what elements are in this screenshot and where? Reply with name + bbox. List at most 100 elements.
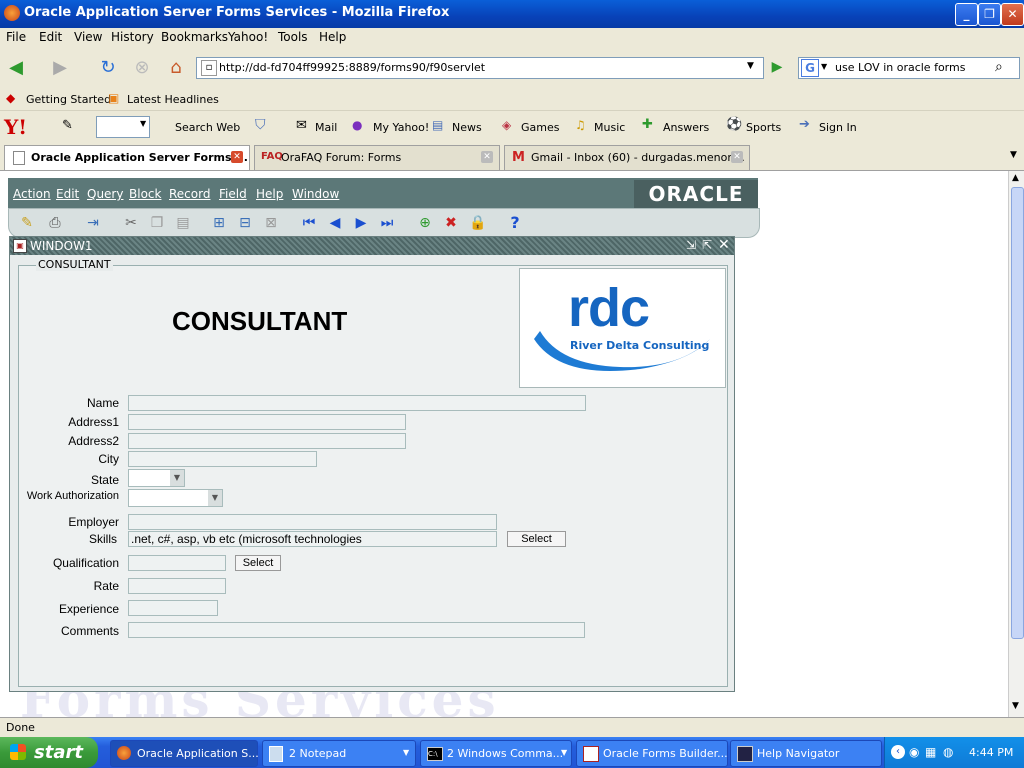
yahoo-mail[interactable]: Mail bbox=[315, 121, 337, 134]
shield-icon[interactable]: ⛉ bbox=[255, 117, 266, 133]
skills-field[interactable]: .net, c#, asp, vb etc (microsoft technol… bbox=[128, 531, 497, 547]
menu-edit[interactable]: Edit bbox=[39, 30, 62, 44]
vertical-scrollbar[interactable]: ▲ ▼ bbox=[1008, 171, 1024, 717]
stop-icon[interactable]: ⊗ bbox=[130, 56, 154, 80]
forms-menu-window[interactable]: Window bbox=[292, 187, 339, 201]
pencil-icon[interactable]: ✎ bbox=[62, 118, 73, 133]
task-command-prompt[interactable]: C:\ 2 Windows Comma... ▼ bbox=[420, 740, 572, 767]
yahoo-games[interactable]: Games bbox=[521, 121, 559, 134]
forms-menu-field[interactable]: Field bbox=[219, 187, 247, 201]
menu-view[interactable]: View bbox=[74, 30, 102, 44]
home-icon[interactable]: ⌂ bbox=[164, 56, 188, 80]
skills-select-button[interactable]: Select bbox=[507, 531, 566, 547]
yahoo-answers[interactable]: Answers bbox=[663, 121, 709, 134]
yahoo-news[interactable]: News bbox=[452, 121, 482, 134]
close-tab-icon[interactable]: ✕ bbox=[481, 151, 493, 163]
window-minimize-icon[interactable]: ⇲ bbox=[686, 238, 696, 252]
forms-menu-query[interactable]: Query bbox=[87, 187, 123, 201]
reload-icon[interactable]: ↻ bbox=[96, 56, 120, 80]
task-notepad[interactable]: 2 Notepad ▼ bbox=[262, 740, 416, 767]
address1-field[interactable] bbox=[128, 414, 406, 430]
chevron-down-icon[interactable]: ▼ bbox=[208, 490, 222, 506]
scroll-down-icon[interactable]: ▼ bbox=[1012, 701, 1019, 711]
rate-field[interactable] bbox=[128, 578, 226, 594]
group-dropdown-icon[interactable]: ▼ bbox=[561, 748, 567, 757]
forms-menu-record[interactable]: Record bbox=[169, 187, 210, 201]
work-authorization-select[interactable]: ▼ bbox=[128, 489, 223, 507]
yahoo-logo-icon[interactable]: Y! bbox=[4, 115, 27, 139]
close-tab-icon[interactable]: ✕ bbox=[231, 151, 243, 163]
cancel-query-icon[interactable]: ⊠ bbox=[263, 215, 279, 231]
save-icon[interactable]: ✎ bbox=[19, 215, 35, 231]
security-icon[interactable]: ◍ bbox=[943, 745, 953, 759]
comments-field[interactable] bbox=[128, 622, 585, 638]
city-field[interactable] bbox=[128, 451, 317, 467]
menu-tools[interactable]: Tools bbox=[278, 30, 308, 44]
last-record-icon[interactable]: ⏭ bbox=[379, 215, 395, 231]
execute-query-icon[interactable]: ⊟ bbox=[237, 215, 253, 231]
window-maximize-icon[interactable]: ⇱ bbox=[702, 238, 712, 252]
print-icon[interactable]: ⎙ bbox=[47, 215, 63, 231]
url-bar[interactable]: ▫ http://dd-fd704ff99925:8889/forms90/f9… bbox=[196, 57, 764, 79]
forms-menu-action[interactable]: Action bbox=[13, 187, 51, 201]
experience-field[interactable] bbox=[128, 600, 218, 616]
yahoo-sports[interactable]: Sports bbox=[746, 121, 781, 134]
first-record-icon[interactable]: ⏮ bbox=[301, 215, 317, 231]
lock-record-icon[interactable]: 🔒 bbox=[469, 215, 486, 231]
address2-field[interactable] bbox=[128, 433, 406, 449]
search-icon[interactable]: ⌕ bbox=[995, 59, 1003, 75]
chevron-down-icon[interactable]: ▼ bbox=[170, 470, 184, 486]
volume-icon[interactable]: ◉ bbox=[909, 745, 919, 759]
forms-menu-block[interactable]: Block bbox=[129, 187, 161, 201]
delete-record-icon[interactable]: ✖ bbox=[443, 215, 459, 231]
scroll-thumb[interactable] bbox=[1011, 187, 1024, 639]
tab-list-icon[interactable]: ▼ bbox=[1010, 150, 1017, 160]
forms-menu-help[interactable]: Help bbox=[256, 187, 283, 201]
task-firefox[interactable]: Oracle Application S... bbox=[110, 740, 259, 767]
minimize-button[interactable]: _ bbox=[955, 3, 978, 26]
menu-help[interactable]: Help bbox=[319, 30, 346, 44]
group-dropdown-icon[interactable]: ▼ bbox=[403, 748, 409, 757]
restore-button[interactable]: ❐ bbox=[978, 3, 1001, 26]
paste-icon[interactable]: ▤ bbox=[175, 215, 191, 231]
task-forms-builder[interactable]: Oracle Forms Builder... bbox=[576, 740, 728, 767]
yahoo-search-dropdown-icon[interactable]: ▼ bbox=[140, 119, 146, 128]
menu-yahoo[interactable]: Yahoo! bbox=[228, 30, 268, 44]
search-web-button[interactable]: Search Web bbox=[175, 121, 240, 134]
tab-oracle-forms[interactable]: Oracle Application Server Forms ... ✕ bbox=[4, 145, 250, 170]
state-select[interactable]: ▼ bbox=[128, 469, 185, 487]
tab-orafaq[interactable]: FAQ OraFAQ Forum: Forms ✕ bbox=[254, 145, 500, 170]
next-record-icon[interactable]: ▶ bbox=[353, 215, 369, 231]
go-icon[interactable]: ▶ bbox=[766, 57, 788, 77]
yahoo-my-yahoo[interactable]: My Yahoo! bbox=[373, 121, 429, 134]
back-icon[interactable]: ◀ bbox=[4, 56, 28, 80]
previous-record-icon[interactable]: ◀ bbox=[327, 215, 343, 231]
close-button[interactable]: ✕ bbox=[1001, 3, 1024, 26]
insert-record-icon[interactable]: ⊕ bbox=[417, 215, 433, 231]
copy-icon[interactable]: ❐ bbox=[149, 215, 165, 231]
forward-icon[interactable]: ▶ bbox=[48, 56, 72, 80]
tab-gmail[interactable]: M Gmail - Inbox (60) - durgadas.menon...… bbox=[504, 145, 750, 170]
exit-icon[interactable]: ⇥ bbox=[85, 215, 101, 231]
start-button[interactable]: start bbox=[0, 737, 98, 768]
qualification-field[interactable] bbox=[128, 555, 226, 571]
close-tab-icon[interactable]: ✕ bbox=[731, 151, 743, 163]
yahoo-music[interactable]: Music bbox=[594, 121, 625, 134]
engine-dropdown-icon[interactable]: ▼ bbox=[821, 62, 827, 71]
name-field[interactable] bbox=[128, 395, 586, 411]
qualification-select-button[interactable]: Select bbox=[235, 555, 281, 571]
menu-file[interactable]: File bbox=[6, 30, 26, 44]
bookmark-latest-headlines[interactable]: Latest Headlines bbox=[127, 93, 219, 106]
network-icon[interactable]: ▦ bbox=[925, 745, 936, 759]
window-close-icon[interactable]: ✕ bbox=[718, 237, 730, 253]
menu-history[interactable]: History bbox=[111, 30, 154, 44]
search-bar[interactable]: G ▼ use LOV in oracle forms ⌕ bbox=[798, 57, 1020, 79]
task-help-navigator[interactable]: Help Navigator bbox=[730, 740, 882, 767]
tray-expand-icon[interactable]: ‹ bbox=[891, 745, 905, 759]
google-icon[interactable]: G bbox=[801, 59, 819, 77]
menu-bookmarks[interactable]: Bookmarks bbox=[161, 30, 228, 44]
cut-icon[interactable]: ✂ bbox=[123, 215, 139, 231]
forms-menu-edit[interactable]: Edit bbox=[56, 187, 79, 201]
help-icon[interactable]: ? bbox=[507, 215, 523, 231]
bookmark-getting-started[interactable]: Getting Started bbox=[26, 93, 111, 106]
